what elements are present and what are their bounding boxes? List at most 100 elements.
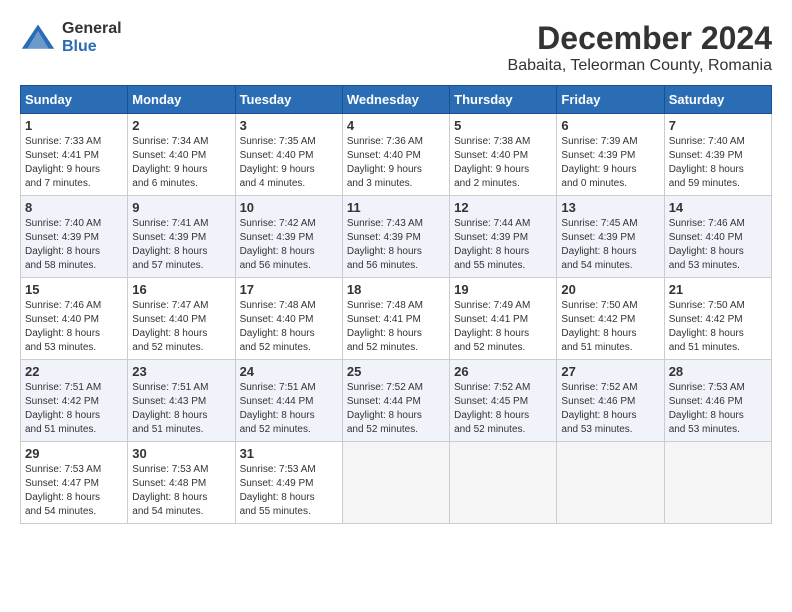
empty-day-cell [557, 442, 664, 524]
day-cell: 19 Sunrise: 7:49 AM Sunset: 4:41 PM Dayli… [450, 278, 557, 360]
day-number: 16 [132, 282, 230, 297]
day-cell: 11Sunrise: 7:43 AM Sunset: 4:39 PM Dayli… [342, 196, 449, 278]
page-subtitle: Babaita, Teleorman County, Romania [508, 57, 772, 75]
day-cell: 23Sunrise: 7:51 AM Sunset: 4:43 PM Dayli… [128, 360, 235, 442]
day-cell: 16 Sunrise: 7:47 AM Sunset: 4:40 PM Dayli… [128, 278, 235, 360]
day-number: 25 [347, 364, 445, 379]
day-number: 2 [132, 118, 230, 133]
day-cell: 5 Sunrise: 7:38 AM Sunset: 4:40 PM Daylig… [450, 114, 557, 196]
day-cell: 6 Sunrise: 7:39 AM Sunset: 4:39 PM Daylig… [557, 114, 664, 196]
day-of-week-header: Wednesday [342, 86, 449, 114]
day-of-week-header: Saturday [664, 86, 771, 114]
day-cell: 12Sunrise: 7:44 AM Sunset: 4:39 PM Dayli… [450, 196, 557, 278]
day-info: Sunrise: 7:53 AM Sunset: 4:49 PM Dayligh… [240, 463, 338, 519]
day-cell: 30 Sunrise: 7:53 AM Sunset: 4:48 PM Dayli… [128, 442, 235, 524]
day-cell: 1 Sunrise: 7:33 AM Sunset: 4:41 PM Daylig… [21, 114, 128, 196]
calendar-header-row: SundayMondayTuesdayWednesdayThursdayFrid… [21, 86, 772, 114]
day-number: 6 [561, 118, 659, 133]
day-number: 5 [454, 118, 552, 133]
logo: General Blue [20, 20, 122, 56]
day-info: Sunrise: 7:39 AM Sunset: 4:39 PM Dayligh… [561, 135, 659, 191]
day-info: Sunrise: 7:43 AM Sunset: 4:39 PM Dayligh… [347, 217, 445, 273]
day-cell: 14Sunrise: 7:46 AM Sunset: 4:40 PM Dayli… [664, 196, 771, 278]
day-number: 21 [669, 282, 767, 297]
day-info: Sunrise: 7:51 AM Sunset: 4:43 PM Dayligh… [132, 381, 230, 437]
day-info: Sunrise: 7:36 AM Sunset: 4:40 PM Dayligh… [347, 135, 445, 191]
day-info: Sunrise: 7:51 AM Sunset: 4:42 PM Dayligh… [25, 381, 123, 437]
day-number: 7 [669, 118, 767, 133]
day-number: 13 [561, 200, 659, 215]
calendar-table: SundayMondayTuesdayWednesdayThursdayFrid… [20, 85, 772, 524]
day-info: Sunrise: 7:40 AM Sunset: 4:39 PM Dayligh… [25, 217, 123, 273]
day-number: 10 [240, 200, 338, 215]
day-cell: 27 Sunrise: 7:52 AM Sunset: 4:46 PM Dayli… [557, 360, 664, 442]
day-cell: 20 Sunrise: 7:50 AM Sunset: 4:42 PM Dayli… [557, 278, 664, 360]
day-number: 17 [240, 282, 338, 297]
day-cell: 7 Sunrise: 7:40 AM Sunset: 4:39 PM Daylig… [664, 114, 771, 196]
day-info: Sunrise: 7:45 AM Sunset: 4:39 PM Dayligh… [561, 217, 659, 273]
day-info: Sunrise: 7:50 AM Sunset: 4:42 PM Dayligh… [669, 299, 767, 355]
day-number: 26 [454, 364, 552, 379]
calendar-week-row: 1 Sunrise: 7:33 AM Sunset: 4:41 PM Daylig… [21, 114, 772, 196]
day-number: 18 [347, 282, 445, 297]
day-number: 24 [240, 364, 338, 379]
calendar-week-row: 15Sunrise: 7:46 AM Sunset: 4:40 PM Dayli… [21, 278, 772, 360]
calendar-week-row: 22Sunrise: 7:51 AM Sunset: 4:42 PM Dayli… [21, 360, 772, 442]
logo-blue-label: Blue [62, 38, 122, 56]
day-number: 8 [25, 200, 123, 215]
page-title: December 2024 [508, 20, 772, 57]
day-of-week-header: Monday [128, 86, 235, 114]
day-info: Sunrise: 7:48 AM Sunset: 4:41 PM Dayligh… [347, 299, 445, 355]
day-cell: 26 Sunrise: 7:52 AM Sunset: 4:45 PM Dayli… [450, 360, 557, 442]
day-cell: 18 Sunrise: 7:48 AM Sunset: 4:41 PM Dayli… [342, 278, 449, 360]
day-number: 1 [25, 118, 123, 133]
day-info: Sunrise: 7:53 AM Sunset: 4:46 PM Dayligh… [669, 381, 767, 437]
calendar-week-row: 29 Sunrise: 7:53 AM Sunset: 4:47 PM Dayli… [21, 442, 772, 524]
day-info: Sunrise: 7:40 AM Sunset: 4:39 PM Dayligh… [669, 135, 767, 191]
day-number: 3 [240, 118, 338, 133]
day-info: Sunrise: 7:48 AM Sunset: 4:40 PM Dayligh… [240, 299, 338, 355]
day-cell: 21 Sunrise: 7:50 AM Sunset: 4:42 PM Dayli… [664, 278, 771, 360]
day-info: Sunrise: 7:53 AM Sunset: 4:47 PM Dayligh… [25, 463, 123, 519]
day-number: 20 [561, 282, 659, 297]
day-cell: 2Sunrise: 7:34 AM Sunset: 4:40 PM Daylig… [128, 114, 235, 196]
day-number: 14 [669, 200, 767, 215]
day-number: 19 [454, 282, 552, 297]
empty-day-cell [664, 442, 771, 524]
day-number: 4 [347, 118, 445, 133]
day-cell: 17 Sunrise: 7:48 AM Sunset: 4:40 PM Dayli… [235, 278, 342, 360]
day-info: Sunrise: 7:38 AM Sunset: 4:40 PM Dayligh… [454, 135, 552, 191]
calendar-body: 1 Sunrise: 7:33 AM Sunset: 4:41 PM Daylig… [21, 114, 772, 524]
day-info: Sunrise: 7:49 AM Sunset: 4:41 PM Dayligh… [454, 299, 552, 355]
day-info: Sunrise: 7:50 AM Sunset: 4:42 PM Dayligh… [561, 299, 659, 355]
day-of-week-header: Tuesday [235, 86, 342, 114]
day-of-week-header: Thursday [450, 86, 557, 114]
day-of-week-header: Sunday [21, 86, 128, 114]
day-cell: 8 Sunrise: 7:40 AM Sunset: 4:39 PM Daylig… [21, 196, 128, 278]
day-info: Sunrise: 7:52 AM Sunset: 4:46 PM Dayligh… [561, 381, 659, 437]
day-number: 27 [561, 364, 659, 379]
day-info: Sunrise: 7:53 AM Sunset: 4:48 PM Dayligh… [132, 463, 230, 519]
day-number: 15 [25, 282, 123, 297]
day-number: 28 [669, 364, 767, 379]
logo-text: General Blue [62, 20, 122, 55]
day-info: Sunrise: 7:41 AM Sunset: 4:39 PM Dayligh… [132, 217, 230, 273]
day-number: 29 [25, 446, 123, 461]
day-cell: 31Sunrise: 7:53 AM Sunset: 4:49 PM Dayli… [235, 442, 342, 524]
day-info: Sunrise: 7:44 AM Sunset: 4:39 PM Dayligh… [454, 217, 552, 273]
empty-day-cell [450, 442, 557, 524]
day-info: Sunrise: 7:47 AM Sunset: 4:40 PM Dayligh… [132, 299, 230, 355]
day-cell: 29 Sunrise: 7:53 AM Sunset: 4:47 PM Dayli… [21, 442, 128, 524]
day-info: Sunrise: 7:35 AM Sunset: 4:40 PM Dayligh… [240, 135, 338, 191]
day-cell: 10Sunrise: 7:42 AM Sunset: 4:39 PM Dayli… [235, 196, 342, 278]
day-info: Sunrise: 7:33 AM Sunset: 4:41 PM Dayligh… [25, 135, 123, 191]
day-number: 30 [132, 446, 230, 461]
day-info: Sunrise: 7:51 AM Sunset: 4:44 PM Dayligh… [240, 381, 338, 437]
day-info: Sunrise: 7:52 AM Sunset: 4:45 PM Dayligh… [454, 381, 552, 437]
day-info: Sunrise: 7:52 AM Sunset: 4:44 PM Dayligh… [347, 381, 445, 437]
title-section: December 2024 Babaita, Teleorman County,… [508, 20, 772, 75]
logo-icon [20, 20, 56, 56]
day-number: 9 [132, 200, 230, 215]
empty-day-cell [342, 442, 449, 524]
day-cell: 24 Sunrise: 7:51 AM Sunset: 4:44 PM Dayli… [235, 360, 342, 442]
